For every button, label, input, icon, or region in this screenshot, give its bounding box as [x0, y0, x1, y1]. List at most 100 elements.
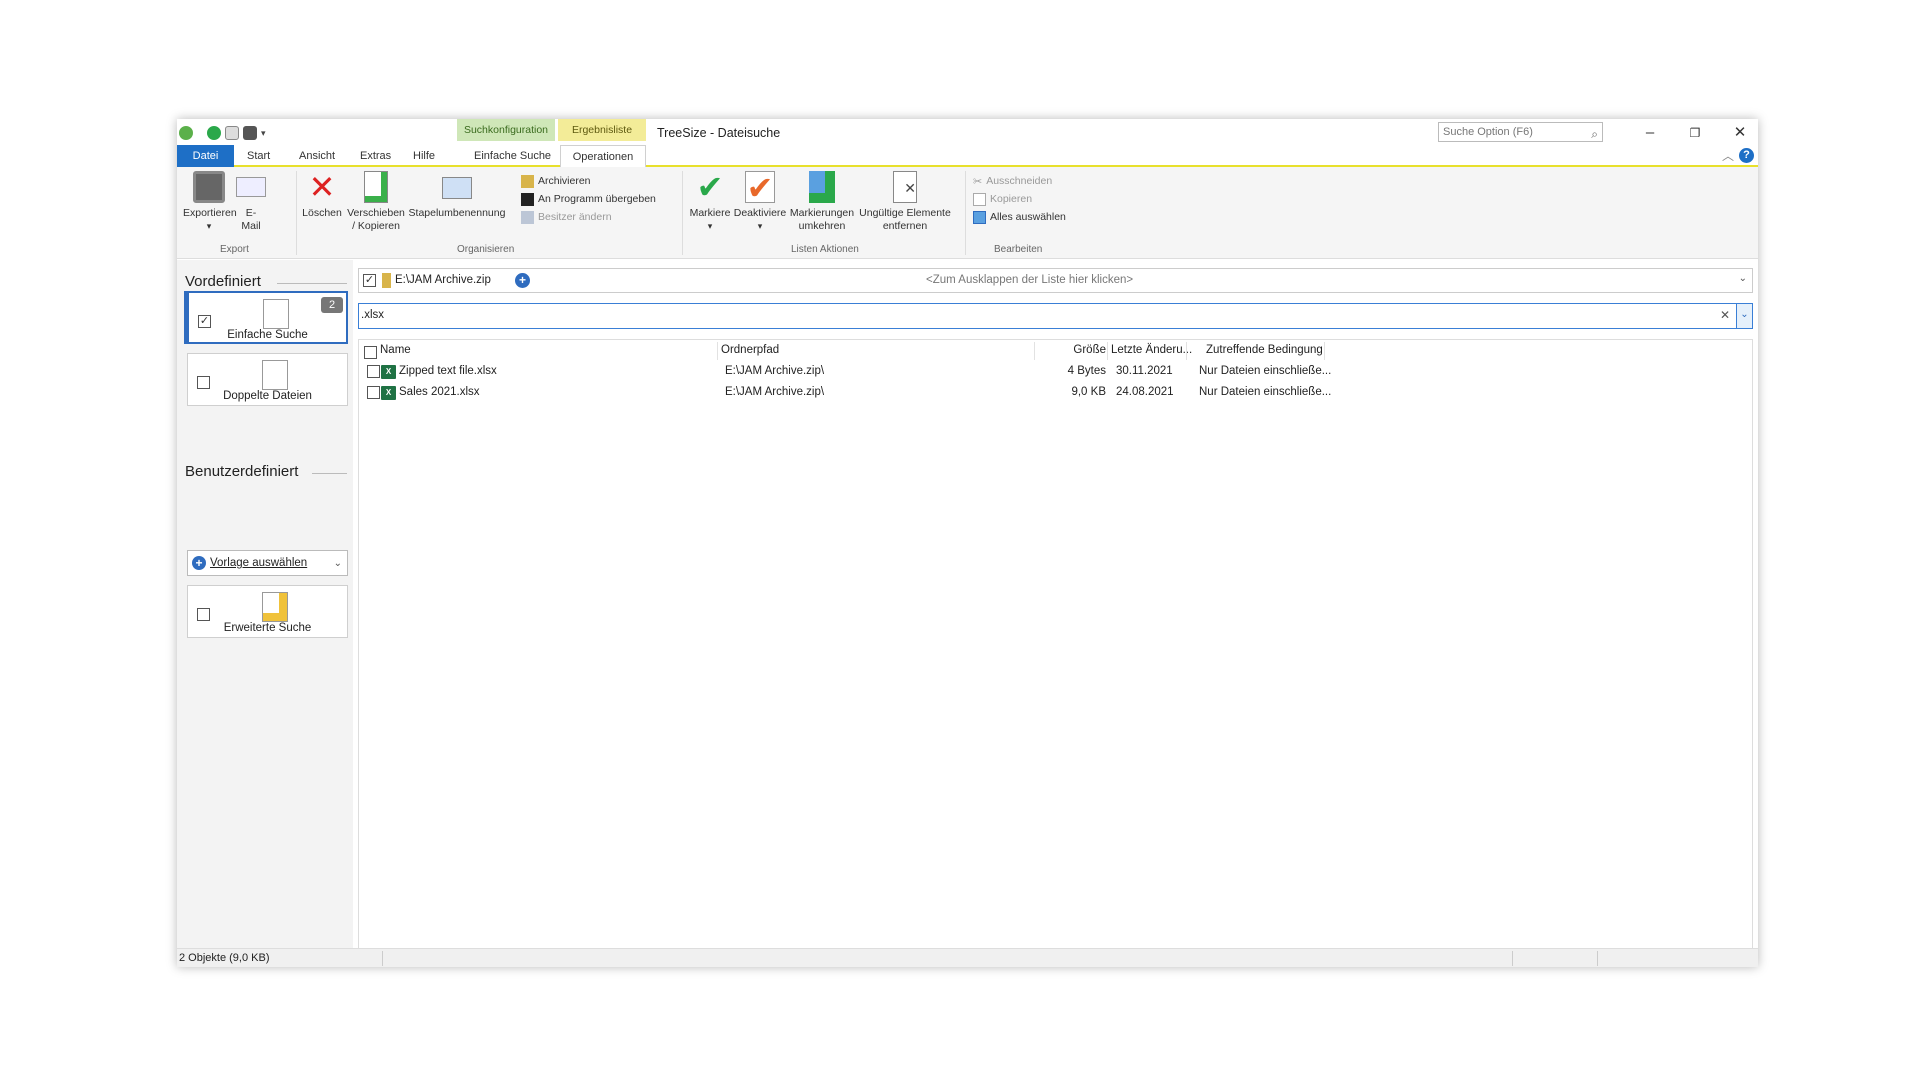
column-separator[interactable] — [1324, 342, 1325, 360]
close-button[interactable]: ✕ — [1717, 119, 1763, 147]
file-condition: Nur Dateien einschließe... — [1199, 365, 1332, 377]
file-date: 24.08.2021 — [1116, 386, 1174, 398]
column-header-groesse[interactable]: Größe — [1054, 344, 1106, 356]
copy-icon[interactable] — [225, 126, 239, 140]
card-label-doppelte-dateien: Doppelte Dateien — [223, 390, 312, 402]
column-separator[interactable] — [1107, 342, 1108, 360]
tab-datei[interactable]: Datei — [177, 145, 234, 167]
treesize-window: ▾ Suchkonfiguration Ergebnisliste TreeSi… — [177, 119, 1758, 967]
row-checkbox[interactable] — [367, 365, 380, 378]
mark-button[interactable]: ✔ Markiere ▾ — [687, 171, 733, 233]
cut-button[interactable]: ✂ Ausschneiden — [973, 173, 1052, 189]
group-label-export: Export — [220, 244, 249, 255]
collapse-ribbon-icon[interactable]: ︿ — [1722, 147, 1734, 164]
minimize-button[interactable]: – — [1627, 119, 1673, 147]
column-separator[interactable] — [1186, 342, 1187, 360]
context-tab-ergebnisliste[interactable]: Ergebnisliste — [558, 119, 646, 141]
chevron-down-icon[interactable]: ⌄ — [1739, 273, 1747, 284]
card-erweiterte-suche[interactable]: Erweiterte Suche — [187, 585, 348, 638]
invert-marks-button[interactable]: Markierungen umkehren — [787, 171, 857, 233]
search-icon: ⌕ — [1591, 127, 1598, 141]
filter-input[interactable]: .xlsx ✕ ⌄ — [358, 303, 1753, 329]
email-button[interactable]: E- Mail — [233, 171, 269, 233]
send-to-program-button[interactable]: An Programm übergeben — [521, 191, 656, 207]
deactivate-button[interactable]: ✔ Deaktiviere ▾ — [733, 171, 787, 233]
file-name: Zipped text file.xlsx — [399, 365, 497, 377]
file-name: Sales 2021.xlsx — [399, 386, 480, 398]
excel-file-icon: X — [381, 386, 396, 400]
select-all-icon — [973, 210, 986, 224]
context-tab-suchkonfiguration[interactable]: Suchkonfiguration — [457, 119, 555, 141]
change-owner-label: Besitzer ändern — [538, 211, 612, 223]
tab-extras[interactable]: Extras — [350, 145, 401, 167]
column-header-name[interactable]: Name — [380, 344, 411, 356]
select-all-checkbox[interactable] — [364, 346, 377, 359]
filter-dropdown-icon[interactable]: ⌄ — [1736, 304, 1752, 328]
email-label-1: E- — [245, 207, 257, 219]
email-label-2: Mail — [241, 220, 261, 232]
delete-x-icon: ✕ — [308, 169, 336, 205]
restore-button[interactable]: ❐ — [1672, 119, 1718, 147]
column-separator[interactable] — [1034, 342, 1035, 360]
move-label-1: Verschieben — [347, 207, 405, 219]
batch-rename-label: Stapelumbenennung — [408, 207, 506, 219]
card-label-erweiterte-suche: Erweiterte Suche — [223, 622, 312, 634]
zip-icon — [521, 174, 534, 188]
result-count-badge: 2 — [321, 297, 343, 313]
select-all-button[interactable]: Alles auswählen — [973, 209, 1066, 225]
card-doppelte-dateien[interactable]: Doppelte Dateien — [187, 353, 348, 406]
remove-invalid-button[interactable]: ✕ Ungültige Elemente entfernen — [857, 171, 953, 233]
tab-hilfe[interactable]: Hilfe — [403, 145, 445, 167]
card-checkbox-einfache-suche[interactable]: ✓ — [198, 315, 211, 328]
path-bar[interactable]: ✓ E:\JAM Archive.zip + <Zum Ausklappen d… — [358, 268, 1753, 293]
table-row[interactable]: X Zipped text file.xlsx E:\JAM Archive.z… — [359, 362, 1752, 382]
play-icon[interactable] — [207, 126, 221, 140]
path-checkbox[interactable]: ✓ — [363, 274, 376, 287]
column-header-zutreffende-bedingung[interactable]: Zutreffende Bedingung — [1206, 344, 1323, 356]
tab-einfache-suche[interactable]: Einfache Suche — [464, 145, 561, 167]
card-label-einfache-suche: Einfache Suche — [227, 329, 308, 341]
treesize-logo-icon — [179, 126, 193, 140]
archive-button[interactable]: Archivieren — [521, 173, 591, 189]
copy-button[interactable]: Kopieren — [973, 191, 1032, 207]
rename-icon — [442, 177, 472, 199]
row-checkbox[interactable] — [367, 386, 380, 399]
group-label-bearbeiten: Bearbeiten — [994, 244, 1043, 255]
column-header-letzte-aenderung[interactable]: Letzte Änderu... — [1111, 344, 1192, 356]
clear-filter-icon[interactable]: ✕ — [1720, 308, 1730, 322]
send-to-program-label: An Programm übergeben — [538, 193, 656, 205]
table-row[interactable]: X Sales 2021.xlsx E:\JAM Archive.zip\ 9,… — [359, 383, 1752, 403]
card-einfache-suche[interactable]: ✓ 2 Einfache Suche — [187, 291, 348, 344]
copy-label: Kopieren — [990, 193, 1033, 205]
delete-button[interactable]: ✕ Löschen — [301, 171, 343, 220]
green-check-icon: ✔ — [696, 169, 724, 205]
tab-start[interactable]: Start — [237, 145, 280, 167]
archive-label: Archivieren — [538, 175, 591, 187]
tab-ansicht[interactable]: Ansicht — [289, 145, 345, 167]
card-checkbox-erweiterte-suche[interactable] — [197, 608, 210, 621]
option-search-placeholder: Suche Option (F6) — [1443, 126, 1533, 138]
card-checkbox-doppelte-dateien[interactable] — [197, 376, 210, 389]
save-icon[interactable] — [243, 126, 257, 140]
column-separator[interactable] — [717, 342, 718, 360]
tab-operationen[interactable]: Operationen — [560, 145, 646, 167]
template-select[interactable]: + Vorlage auswählen ⌄ — [187, 550, 348, 576]
option-search-input[interactable]: Suche Option (F6) ⌕ — [1438, 122, 1603, 142]
file-search-icon — [263, 299, 289, 329]
orange-check-icon: ✔ — [745, 170, 775, 206]
group-label-listen-aktionen: Listen Aktionen — [791, 244, 859, 255]
add-path-icon[interactable]: + — [515, 273, 530, 288]
duplicate-files-icon — [262, 360, 288, 390]
remove-file-icon: ✕ — [893, 171, 917, 203]
column-header-ordnerpfad[interactable]: Ordnerpfad — [721, 344, 779, 356]
qat-dropdown-icon[interactable]: ▾ — [261, 128, 266, 139]
status-divider — [1597, 951, 1598, 966]
export-button[interactable]: Exportieren ▾ — [183, 171, 237, 233]
move-copy-button[interactable]: Verschieben / Kopieren — [345, 171, 407, 233]
export-label: Exportieren — [183, 207, 237, 219]
expand-list-hint[interactable]: <Zum Ausklappen der Liste hier klicken> — [926, 274, 1133, 286]
batch-rename-button[interactable]: Stapelumbenennung — [407, 171, 507, 220]
change-owner-button[interactable]: Besitzer ändern — [521, 209, 612, 225]
help-icon[interactable]: ? — [1739, 148, 1754, 163]
zip-folder-icon — [382, 273, 391, 288]
